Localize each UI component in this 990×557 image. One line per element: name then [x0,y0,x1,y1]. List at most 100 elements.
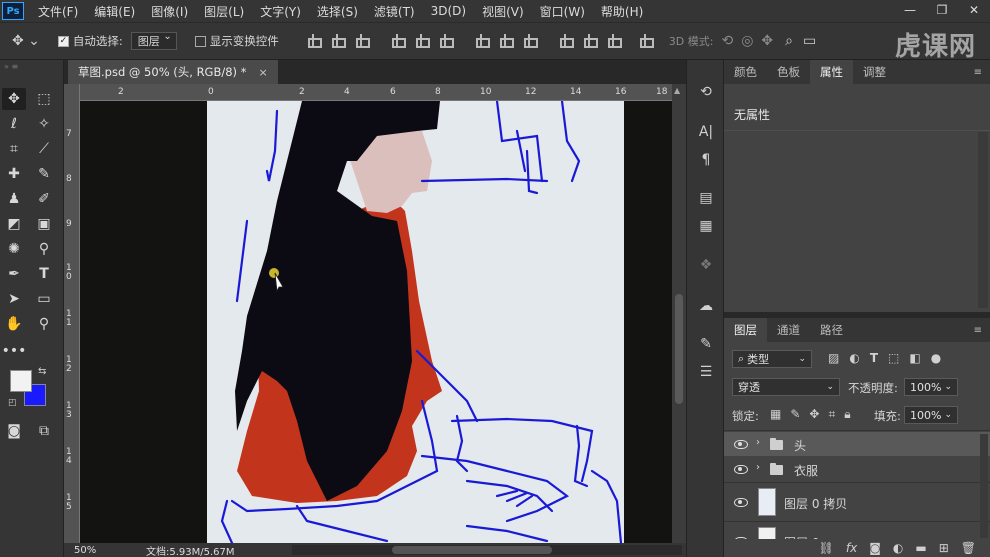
document-tab[interactable]: 草图.psd @ 50% (头, RGB/8) * × [68,60,278,84]
align-bottom-icon[interactable] [354,34,370,48]
fill-input[interactable]: 100% ⌄ [904,406,958,424]
layer-row-clothes[interactable]: › 衣服 [724,457,990,481]
path-selection-icon[interactable]: ➤ [2,288,26,310]
move-tool-preset-icon[interactable]: ✥ ⌄ [12,33,40,49]
rectangle-tool-icon[interactable]: ▭ [32,288,56,310]
visibility-eye-icon[interactable] [734,440,748,449]
align-right-icon[interactable] [438,34,454,48]
distribute-hcenter-icon[interactable] [582,34,598,48]
type-tool-icon[interactable]: T [32,263,56,285]
close-window-button[interactable]: ✕ [958,0,990,20]
canvas-vertical-scrollbar[interactable]: ▲ [672,84,686,543]
properties-scrollbar[interactable] [978,132,988,308]
tab-paths[interactable]: 路径 [810,318,853,342]
lock-position-icon[interactable]: ✥ [809,407,819,422]
menu-image[interactable]: 图像(I) [151,3,188,20]
distribute-vcenter-icon[interactable] [498,34,514,48]
auto-select-dropdown[interactable]: 图层 [130,31,177,50]
move-tool-icon[interactable]: ✥ [2,88,26,110]
toolbar-collapse-icon[interactable]: » ≡ [4,62,18,71]
foreground-color-swatch[interactable] [10,370,32,392]
edit-toolbar-icon[interactable]: ••• [2,340,27,362]
visibility-eye-icon[interactable] [734,465,748,474]
menu-view[interactable]: 视图(V) [482,3,524,20]
3d-roll-icon[interactable]: ◎ [741,33,753,49]
menu-window[interactable]: 窗口(W) [540,3,585,20]
layer-row-head[interactable]: › 头 [724,432,990,456]
blur-tool-icon[interactable]: ✺ [2,238,26,260]
tab-adjustments[interactable]: 调整 [853,60,896,84]
auto-select-checkbox[interactable]: ✓ [57,35,69,47]
trash-icon[interactable]: 🗑︎ [961,541,976,555]
canvas-scroll-thumb[interactable] [675,294,683,404]
filter-toggle-icon[interactable]: ● [931,351,941,365]
auto-align-icon[interactable] [638,34,654,48]
align-top-icon[interactable] [306,34,322,48]
layer-filter-dropdown[interactable]: ⌕ 类型 ⌄ [732,350,812,368]
align-left-icon[interactable] [390,34,406,48]
history-brush-icon[interactable]: ✐ [32,188,56,210]
tab-layers[interactable]: 图层 [724,318,767,342]
menu-3d[interactable]: 3D(D) [431,4,466,18]
tab-swatches[interactable]: 色板 [767,60,810,84]
menu-layer[interactable]: 图层(L) [204,3,244,20]
show-transform-toggle[interactable]: 显示变换控件 [194,33,279,49]
dodge-tool-icon[interactable]: ⚲ [32,238,56,260]
healing-brush-icon[interactable]: ✚ [2,163,26,185]
brush-tool-icon[interactable]: ✎ [32,163,56,185]
layers-panel-menu-icon[interactable]: ≡ [974,325,982,336]
align-hcenter-icon[interactable] [414,34,430,48]
3d-rotate-icon[interactable]: ⟲ [721,33,733,49]
eyedropper-tool-icon[interactable]: ⟋ [32,138,56,160]
minimize-button[interactable]: — [894,0,926,20]
character-panel-icon[interactable]: A| [696,122,716,142]
new-layer-icon[interactable]: ⊞ [939,541,949,555]
filter-pixel-icon[interactable]: ▨ [828,351,839,365]
zoom-tool-icon[interactable]: ⚲ [32,313,56,335]
paragraph-panel-icon[interactable]: ¶ [696,150,716,170]
clone-stamp-icon[interactable]: ♟ [2,188,26,210]
tab-properties[interactable]: 属性 [810,60,853,84]
link-icon[interactable]: ⛓ [819,541,834,555]
canvas-horizontal-scrollbar[interactable] [292,545,682,555]
magic-wand-icon[interactable]: ✧ [32,113,56,135]
libraries-panel-icon[interactable]: ▤ [696,188,716,208]
lock-transparent-icon[interactable]: ▦ [770,407,781,422]
filter-adjustment-icon[interactable]: ◐ [849,351,859,365]
mask-icon[interactable]: ◙ [869,541,881,555]
horizontal-ruler[interactable]: 2 0 2 4 6 8 10 12 14 16 18 [64,84,672,101]
show-transform-checkbox[interactable] [194,35,206,47]
swap-colors-icon[interactable]: ⇆ [38,366,46,377]
distribute-bottom-icon[interactable] [522,34,538,48]
blend-mode-dropdown[interactable]: 穿透 ⌄ [732,378,840,396]
screen-mode-icon[interactable]: ⧉ [32,420,56,442]
folder-icon[interactable]: ▬ [915,541,926,555]
properties-panel-menu-icon[interactable]: ≡ [974,67,982,78]
lock-artboard-icon[interactable]: ⌗ [828,407,835,422]
default-colors-icon[interactable]: ◰ [8,398,17,408]
notes-panel-icon[interactable]: ▦ [696,216,716,236]
gradient-tool-icon[interactable]: ▣ [32,213,56,235]
search-icon[interactable]: ⌕ [785,33,793,49]
distribute-top-icon[interactable] [474,34,490,48]
filter-smart-object-icon[interactable]: ◧ [909,351,920,365]
crop-tool-icon[interactable]: ⌗ [2,138,26,160]
distribute-left-icon[interactable] [558,34,574,48]
close-document-icon[interactable]: × [258,66,267,79]
marquee-tool-icon[interactable]: ⬚ [32,88,56,110]
adjustment-icon[interactable]: ◐ [893,541,903,555]
lock-all-icon[interactable]: 🔒︎ [844,407,850,422]
menu-select[interactable]: 选择(S) [317,3,358,20]
lock-image-icon[interactable]: ✎ [790,407,800,422]
layers-scrollbar[interactable] [980,434,988,538]
menu-type[interactable]: 文字(Y) [260,3,301,20]
auto-select-toggle[interactable]: ✓ 自动选择: [57,33,123,49]
distribute-right-icon[interactable] [606,34,622,48]
opacity-input[interactable]: 100% ⌄ [904,378,958,396]
fx-icon[interactable]: fx [846,541,857,555]
3d-pan-icon[interactable]: ✥ [761,33,773,49]
horizontal-scroll-thumb[interactable] [392,546,552,554]
eraser-tool-icon[interactable]: ◩ [2,213,26,235]
tab-color[interactable]: 颜色 [724,60,767,84]
adjust-sliders-icon[interactable]: ☰ [696,362,716,382]
